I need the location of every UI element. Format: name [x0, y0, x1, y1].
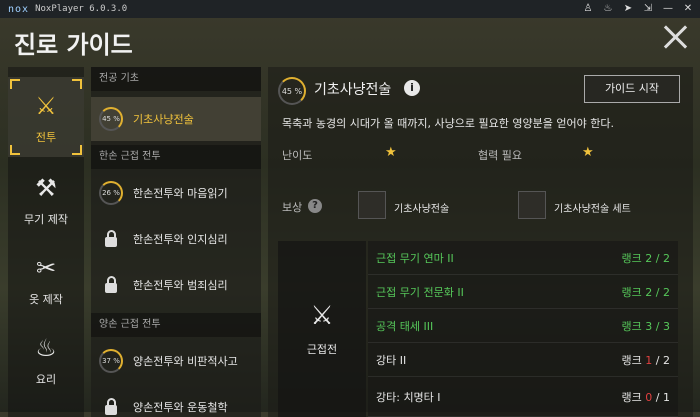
shirt-icon[interactable]: ♙ — [582, 2, 594, 16]
skill-rank: 랭크 3 / 3 — [621, 319, 670, 333]
list-item-name: 기초사냥전술 — [133, 113, 194, 126]
skill-name: 근접 무기 연마 II — [376, 251, 454, 265]
title-badge-icon[interactable] — [358, 191, 386, 219]
group-header: 전공 기초 — [91, 67, 261, 91]
lock-icon — [99, 276, 123, 293]
skill-category-label: 근접전 — [306, 343, 338, 356]
close-button[interactable] — [662, 24, 688, 50]
emulator-title-bar: nox NoxPlayer 6.0.3.0 ♙ ♨ ➤ ⇲ — ✕ — [0, 0, 700, 18]
page-title: 진로 가이드 — [14, 31, 133, 59]
progress-ring: 45 % — [99, 107, 123, 131]
box-icon[interactable] — [518, 191, 546, 219]
guide-detail: 45 % 기초사냥전술 i 가이드 시작 목축과 농경의 시대가 올 때까지, … — [268, 67, 693, 417]
category-sidebar: ⚔ 전투 ⚒ 무기 제작 ✂ 옷 제작 ♨ 요리 — [8, 67, 84, 417]
list-item-name: 한손전투와 마음읽기 — [133, 187, 228, 200]
list-item[interactable]: 한손전투와 범죄심리 — [91, 263, 261, 307]
lock-icon — [99, 398, 123, 415]
coop-label: 협력 필요 — [478, 149, 522, 162]
difficulty-label: 난이도 — [282, 149, 313, 162]
skill-name: 근접 무기 전문화 II — [376, 285, 464, 299]
pin-icon[interactable]: ➤ — [622, 2, 634, 16]
category-combat[interactable]: ⚔ 전투 — [8, 77, 84, 157]
skill-rank: 랭크 0 / 1 — [621, 390, 670, 404]
emulator-title: NoxPlayer 6.0.3.0 — [35, 4, 128, 14]
category-label: 옷 제작 — [29, 293, 63, 306]
skill-rank: 랭크 1 / 2 — [621, 353, 670, 367]
skill-rank: 랭크 2 / 2 — [621, 285, 670, 299]
skill-row[interactable]: 강타: 치명타 I 랭크 0 / 1 — [368, 377, 678, 417]
category-cooking[interactable]: ♨ 요리 — [8, 319, 84, 399]
group-header: 한손 근접 전투 — [91, 145, 261, 169]
scissors-icon: ✂ — [35, 254, 57, 282]
star-icon: ★ — [385, 145, 397, 160]
category-label: 전투 — [35, 131, 57, 144]
category-weapon-crafting[interactable]: ⚒ 무기 제작 — [8, 159, 84, 239]
career-guide-window: 진로 가이드 ⚔ 전투 ⚒ 무기 제작 ✂ 옷 제작 ♨ 요리 전공 기초 45… — [0, 18, 700, 417]
list-item[interactable]: 한손전투와 인지심리 — [91, 217, 261, 261]
skill-name: 강타 II — [376, 353, 407, 367]
close-icon[interactable]: ✕ — [682, 2, 694, 16]
detail-description: 목축과 농경의 시대가 올 때까지, 사냥으로 필요한 영양분을 얻어야 한다. — [282, 117, 614, 130]
lock-icon — [99, 230, 123, 247]
list-item[interactable]: 37 % 양손전투와 비판적사고 — [91, 339, 261, 383]
list-item-name: 양손전투와 운동철학 — [133, 401, 228, 414]
skill-name: 강타: 치명타 I — [376, 390, 441, 404]
sword-icon: ⚔ — [35, 92, 57, 120]
progress-ring: 37 % — [99, 349, 123, 373]
detail-title: 기초사냥전술 — [314, 82, 392, 98]
list-item[interactable]: 양손전투와 운동철학 — [91, 385, 261, 417]
guide-list: 전공 기초 45 % 기초사냥전술 한손 근접 전투 26 % 한손전투와 마음… — [91, 67, 261, 417]
nox-logo: nox — [8, 3, 30, 15]
info-icon[interactable]: i — [404, 80, 420, 96]
reward-label: 보상 — [282, 201, 303, 214]
category-clothes-crafting[interactable]: ✂ 옷 제작 — [8, 239, 84, 319]
list-item-name: 한손전투와 인지심리 — [133, 233, 228, 246]
help-icon[interactable]: ? — [308, 199, 322, 213]
skill-row[interactable]: 공격 태세 III 랭크 3 / 3 — [368, 309, 678, 343]
skill-name: 공격 태세 III — [376, 319, 434, 333]
emulator-controls: ♙ ♨ ➤ ⇲ — ✕ — [582, 2, 694, 16]
list-item[interactable]: 45 % 기초사냥전술 — [91, 97, 261, 141]
list-item-name: 한손전투와 범죄심리 — [133, 279, 228, 292]
reward-name: 기초사냥전술 — [394, 204, 450, 215]
bell-icon[interactable]: ♨ — [602, 2, 614, 16]
progress-ring: 26 % — [99, 181, 123, 205]
sword-icon: ⚔ — [310, 301, 334, 331]
detail-progress-ring: 45 % — [278, 77, 306, 105]
list-item[interactable]: 26 % 한손전투와 마음읽기 — [91, 171, 261, 215]
category-label: 무기 제작 — [24, 213, 68, 226]
skill-rank: 랭크 2 / 2 — [621, 251, 670, 265]
skill-row[interactable]: 근접 무기 연마 II 랭크 2 / 2 — [368, 241, 678, 275]
star-icon: ★ — [582, 145, 594, 160]
cooking-icon: ♨ — [35, 334, 57, 362]
minimize-icon[interactable]: — — [662, 2, 674, 16]
start-guide-button[interactable]: 가이드 시작 — [584, 75, 680, 103]
skill-row[interactable]: 강타 II 랭크 1 / 2 — [368, 343, 678, 377]
reward-name: 기초사냥전술 세트 — [554, 204, 631, 215]
list-item-name: 양손전투와 비판적사고 — [133, 355, 238, 368]
skill-category: ⚔ 근접전 — [278, 241, 366, 417]
skill-row[interactable]: 근접 무기 전문화 II 랭크 2 / 2 — [368, 275, 678, 309]
anvil-icon: ⚒ — [35, 174, 57, 202]
restore-icon[interactable]: ⇲ — [642, 2, 654, 16]
category-label: 요리 — [35, 373, 57, 386]
group-header: 양손 근접 전투 — [91, 313, 261, 337]
